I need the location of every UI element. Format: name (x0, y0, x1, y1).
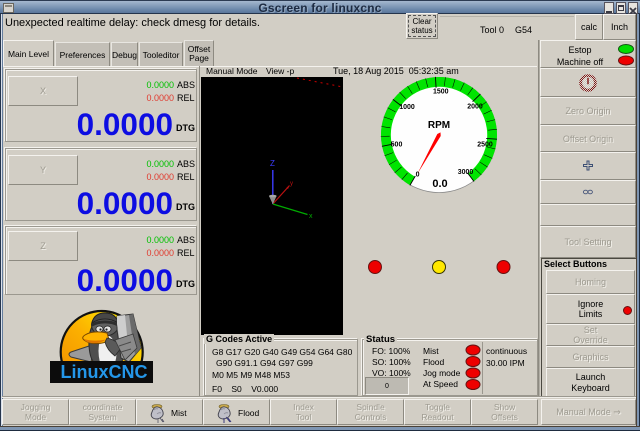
svg-text:2000: 2000 (467, 104, 483, 111)
svg-text:3000: 3000 (458, 169, 474, 176)
svg-text:y: y (290, 181, 293, 187)
svg-text:0: 0 (416, 171, 420, 178)
svg-text:1500: 1500 (433, 89, 449, 96)
svg-text:LinuxCNC: LinuxCNC (61, 362, 148, 382)
svg-text:x: x (309, 213, 313, 220)
svg-text:1000: 1000 (399, 104, 415, 111)
svg-text:RPM: RPM (428, 120, 450, 131)
svg-text:2500: 2500 (477, 142, 493, 149)
svg-text:Z: Z (270, 159, 275, 168)
svg-text:500: 500 (391, 142, 403, 149)
svg-text:0.0: 0.0 (432, 178, 447, 190)
